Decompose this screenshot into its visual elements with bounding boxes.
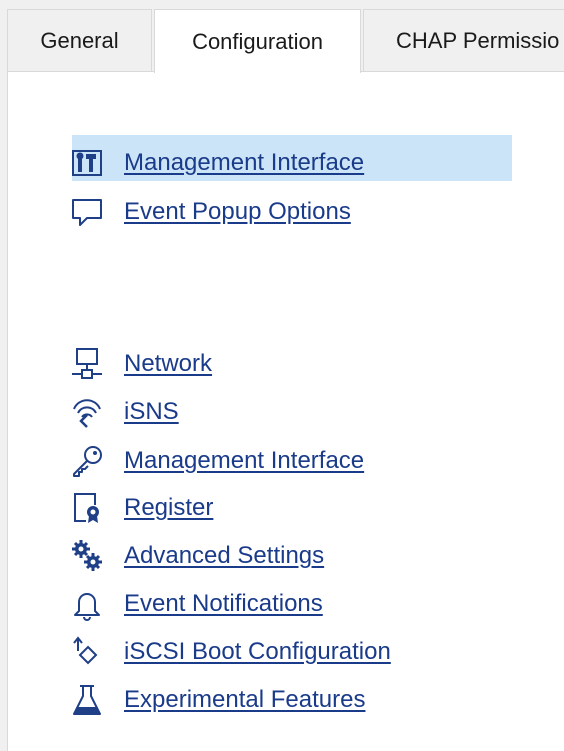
management-interface-top-link[interactable]: Management Interface	[124, 149, 364, 177]
event-popup-options-link[interactable]: Event Popup Options	[124, 198, 351, 226]
link-item-register[interactable]: Register	[70, 488, 213, 528]
advanced-settings-link[interactable]: Advanced Settings	[124, 542, 324, 570]
link-item-event-notifications[interactable]: Event Notifications	[70, 584, 323, 624]
tab-configuration-label: Configuration	[192, 28, 323, 54]
event-notifications-link[interactable]: Event Notifications	[124, 590, 323, 618]
link-item-advanced-settings[interactable]: Advanced Settings	[70, 536, 324, 576]
boot-arrow-icon	[70, 635, 104, 669]
speech-bubble-icon	[70, 195, 104, 229]
link-item-management-interface[interactable]: Management Interface	[70, 441, 364, 481]
experimental-features-link[interactable]: Experimental Features	[124, 686, 365, 714]
management-interface-link[interactable]: Management Interface	[124, 447, 364, 475]
link-item-isns[interactable]: iSNS	[70, 392, 179, 432]
tab-chap-permissions[interactable]: CHAP Permissio	[363, 9, 564, 71]
isns-wifi-icon	[70, 395, 104, 429]
isns-link[interactable]: iSNS	[124, 398, 179, 426]
tab-configuration[interactable]: Configuration	[154, 9, 361, 73]
link-item-event-popup-options[interactable]: Event Popup Options	[70, 192, 351, 232]
register-certificate-icon	[70, 491, 104, 525]
bell-icon	[70, 587, 104, 621]
flask-icon	[70, 683, 104, 717]
gears-icon	[70, 539, 104, 573]
tools-icon	[70, 146, 104, 180]
tab-strip: General CHAP Permissio Configuration	[0, 0, 564, 73]
tab-chap-permissions-label: CHAP Permissio	[396, 27, 560, 53]
iscsi-boot-configuration-link[interactable]: iSCSI Boot Configuration	[124, 638, 391, 666]
network-icon	[70, 347, 104, 381]
link-item-network[interactable]: Network	[70, 344, 212, 384]
link-item-iscsi-boot-configuration[interactable]: iSCSI Boot Configuration	[70, 632, 391, 672]
network-link[interactable]: Network	[124, 350, 212, 378]
link-item-management-interface-top[interactable]: Management Interface	[70, 143, 364, 183]
link-item-experimental-features[interactable]: Experimental Features	[70, 680, 365, 720]
tab-general[interactable]: General	[7, 9, 152, 71]
register-link[interactable]: Register	[124, 494, 213, 522]
key-icon	[70, 444, 104, 478]
tab-general-label: General	[40, 27, 119, 53]
